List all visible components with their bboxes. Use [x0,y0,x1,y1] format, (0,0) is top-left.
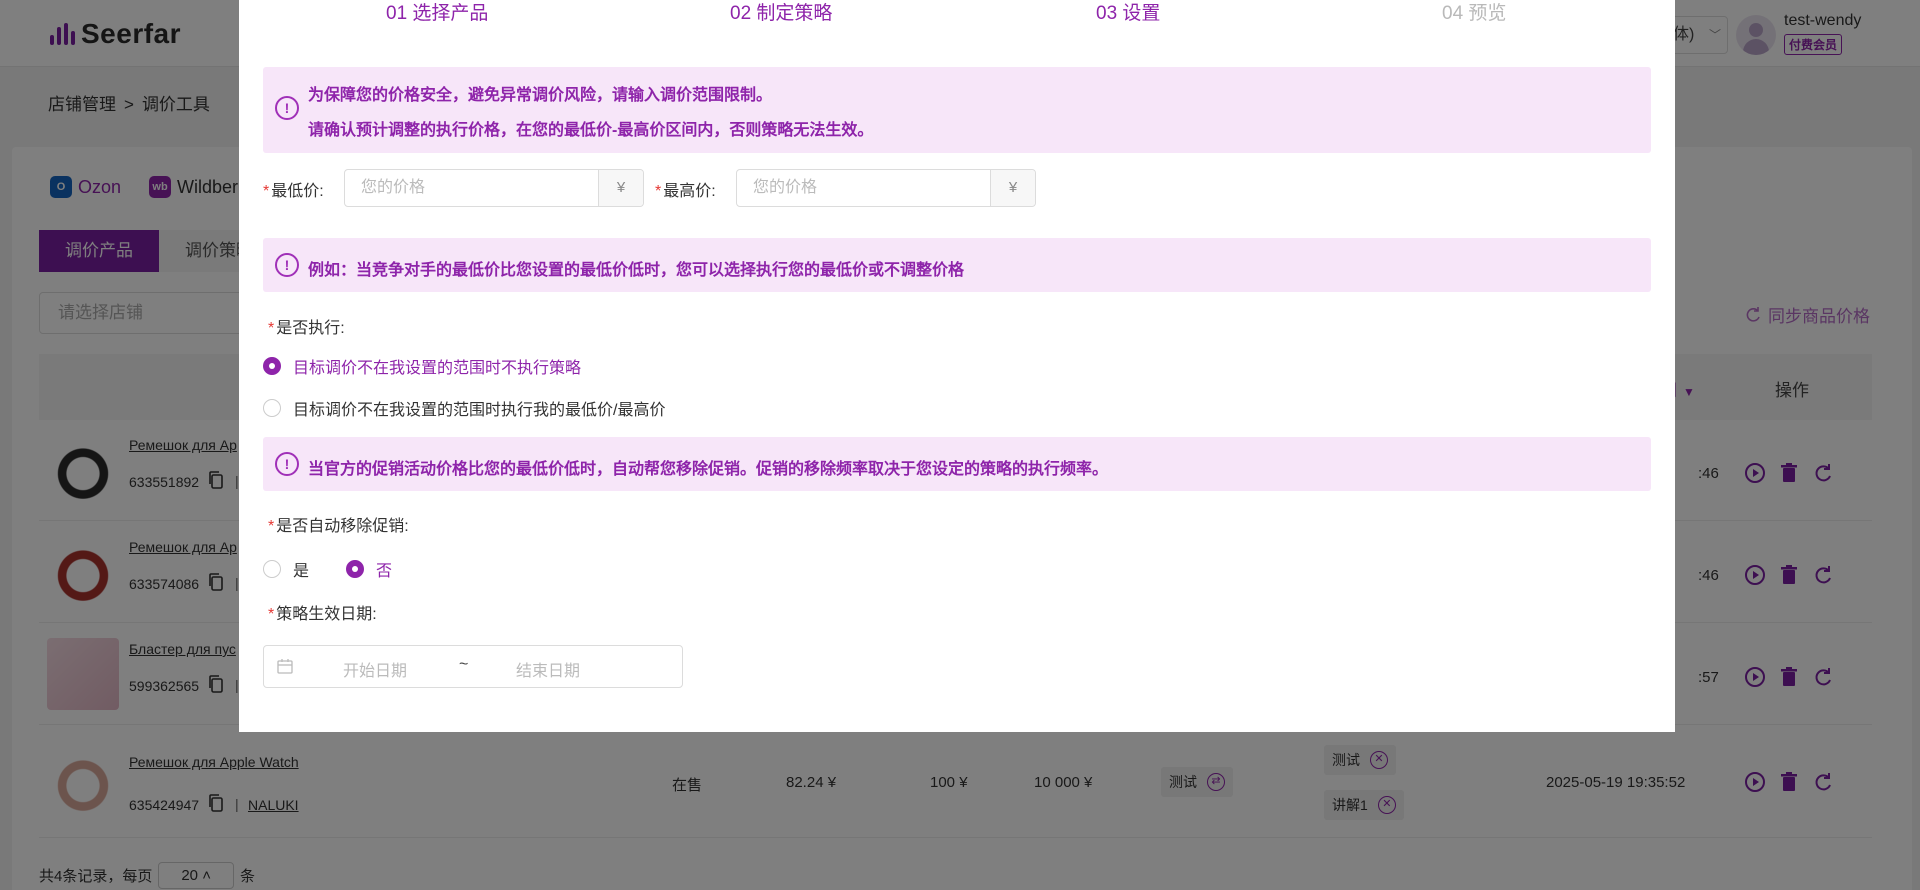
min-price-label: * 最低价: [263,183,324,200]
radio-execute-min-max[interactable]: 目标调价不在我设置的范围时执行我的最低价/最高价 [263,396,665,420]
radio-dot [263,560,281,578]
calendar-icon [277,659,293,674]
radio-label: 目标调价不在我设置的范围时不执行策略 [293,360,582,377]
radio-label: 是 [293,563,310,580]
example-notice: ! 例如：当竞争对手的最低价比您设置的最低价低时，您可以选择执行您的最低价或不调… [263,238,1651,292]
max-price-label: * 最高价: [655,183,716,200]
notice-text: 例如：当竞争对手的最低价比您设置的最低价低时，您可以选择执行您的最低价或不调整价… [308,262,965,279]
min-price-placeholder: 您的价格 [361,179,426,196]
info-icon: ! [275,253,299,277]
info-icon: ! [275,96,299,120]
price-safety-notice: ! 为保障您的价格安全，避免异常调价风险，请输入调价范围限制。 请确认预计调整的… [263,67,1651,153]
radio-dot [263,399,281,417]
currency-suffix: ¥ [598,170,643,206]
step-indicator: 01 选择产品 02 制定策略 03 设置 04 预览 [239,0,1675,24]
radio-remove-no[interactable]: 否 [346,557,392,581]
remove-promo-label-text: 是否自动移除促销: [276,518,409,535]
radio-label: 否 [376,563,393,580]
notice-line-2: 请确认预计调整的执行价格，在您的最低价-最高价区间内，否则策略无法生效。 [308,122,874,139]
radio-dot [346,560,364,578]
notice-line-1: 为保障您的价格安全，避免异常调价风险，请输入调价范围限制。 [308,87,773,104]
max-price-label-text: 最高价: [663,183,716,200]
notice-text: 当官方的促销活动价格比您的最低价低时，自动帮您移除促销。促销的移除频率取决于您设… [308,461,1109,478]
date-range-picker[interactable]: 开始日期 ~ 结束日期 [263,645,683,688]
remove-promo-label: * 是否自动移除促销: [268,518,409,535]
max-price-placeholder: 您的价格 [753,179,818,196]
execute-label-text: 是否执行: [276,320,345,337]
step-make-strategy[interactable]: 02 制定策略 [730,0,832,25]
step-preview[interactable]: 04 预览 [1442,0,1506,25]
date-separator: ~ [459,656,469,673]
step-select-products[interactable]: 01 选择产品 [386,0,488,25]
end-date-input[interactable]: 结束日期 [516,657,580,681]
min-price-label-text: 最低价: [271,183,324,200]
promotion-notice: ! 当官方的促销活动价格比您的最低价低时，自动帮您移除促销。促销的移除频率取决于… [263,437,1651,491]
start-date-input[interactable]: 开始日期 [343,657,407,681]
currency-suffix: ¥ [990,170,1035,206]
radio-remove-yes[interactable]: 是 [263,557,309,581]
radio-label: 目标调价不在我设置的范围时执行我的最低价/最高价 [293,402,666,419]
step-settings[interactable]: 03 设置 [1096,0,1160,25]
execute-label: * 是否执行: [268,320,345,337]
radio-not-execute[interactable]: 目标调价不在我设置的范围时不执行策略 [263,354,581,378]
radio-dot [263,357,281,375]
effective-date-label: * 策略生效日期: [268,606,377,623]
effective-date-label-text: 策略生效日期: [276,606,377,623]
strategy-settings-modal: 01 选择产品 02 制定策略 03 设置 04 预览 ! 为保障您的价格安全，… [239,0,1675,732]
info-icon: ! [275,452,299,476]
max-price-input[interactable]: 您的价格 ¥ [736,169,1036,207]
min-price-input[interactable]: 您的价格 ¥ [344,169,644,207]
